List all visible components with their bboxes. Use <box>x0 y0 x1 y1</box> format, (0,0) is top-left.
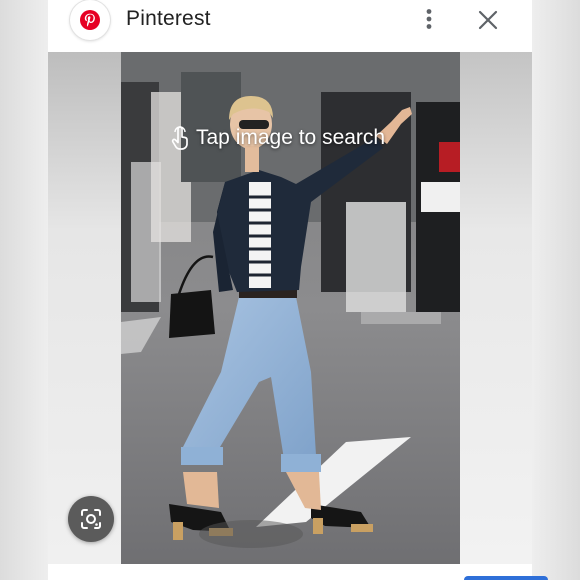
app-title: Pinterest <box>126 7 211 30</box>
bottom-handle-indicator <box>464 576 548 580</box>
sheet-header: Pinterest <box>48 0 532 52</box>
photo-blur-left <box>48 52 121 564</box>
photo-blur-right <box>460 52 532 564</box>
search-sheet: Pinterest Tap image to search <box>48 0 548 580</box>
close-button[interactable] <box>474 6 502 34</box>
google-lens-button[interactable] <box>68 496 114 542</box>
image-preview-area[interactable]: Tap image to search <box>48 52 532 564</box>
more-options-button[interactable] <box>416 6 442 32</box>
more-vert-icon <box>426 9 432 29</box>
right-backdrop <box>532 0 580 580</box>
tap-hand-icon <box>171 126 188 150</box>
pinterest-logo-icon <box>70 0 110 40</box>
google-lens-icon <box>81 509 101 529</box>
left-backdrop <box>0 0 48 580</box>
close-icon <box>478 10 498 30</box>
tap-hint-text: Tap image to search <box>196 126 386 149</box>
tap-to-search-hint[interactable]: Tap image to search <box>170 126 385 150</box>
